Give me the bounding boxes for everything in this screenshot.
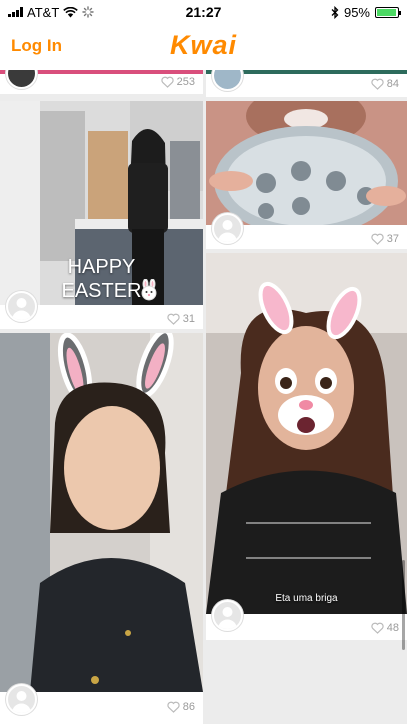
- video-thumbnail[interactable]: HAPPY EASTER FOOLS!!!: [0, 101, 203, 305]
- cellular-signal-icon: [8, 7, 23, 17]
- default-avatar-icon: [218, 220, 237, 242]
- like-count-value: 253: [176, 76, 195, 88]
- card-meta: 86: [0, 684, 203, 724]
- battery-icon: [375, 6, 401, 18]
- loading-spinner-icon: [82, 6, 94, 18]
- nav-bar: Log In Kwai: [0, 24, 407, 70]
- like-count-value: 37: [386, 233, 399, 245]
- default-avatar-icon: [12, 298, 31, 320]
- status-bar: AT&T 21:27 95%: [0, 0, 407, 24]
- like-count[interactable]: 48: [371, 622, 399, 634]
- wifi-icon: [63, 6, 79, 17]
- creator-avatar[interactable]: [212, 600, 243, 631]
- kwai-feed-screen: AT&T 21:27 95% Log In Kwai 253 84 37 HAP…: [0, 0, 407, 724]
- feed-card-3[interactable]: HAPPY EASTER FOOLS!!! 31: [0, 101, 203, 329]
- creator-avatar[interactable]: [212, 213, 243, 244]
- feed-card-2[interactable]: 37: [206, 101, 407, 249]
- feed-card-1[interactable]: 84: [206, 70, 407, 97]
- scroll-indicator[interactable]: [402, 560, 405, 650]
- kwai-logo: Kwai: [169, 30, 238, 60]
- heart-icon: [371, 78, 384, 90]
- creator-avatar[interactable]: [6, 684, 37, 715]
- creator-avatar[interactable]: [6, 291, 37, 322]
- video-thumbnail[interactable]: [206, 101, 407, 225]
- status-right: 95%: [331, 4, 401, 20]
- heart-icon: [371, 622, 384, 634]
- bluetooth-icon: [331, 5, 339, 19]
- default-avatar-icon: [218, 607, 237, 629]
- status-left: AT&T: [8, 5, 94, 20]
- like-count[interactable]: 84: [371, 78, 399, 90]
- heart-icon: [161, 76, 174, 88]
- like-count-value: 48: [386, 622, 399, 634]
- feed-card-5[interactable]: 86: [0, 333, 203, 724]
- creator-avatar[interactable]: [6, 70, 37, 89]
- creator-avatar[interactable]: [212, 70, 243, 91]
- like-count[interactable]: 86: [167, 701, 195, 713]
- feed-card-0[interactable]: 253: [0, 70, 203, 94]
- like-count-value: 86: [182, 701, 195, 713]
- heart-icon: [167, 313, 180, 325]
- video-thumbnail[interactable]: Eta uma briga: [206, 253, 407, 614]
- thumbnail-image: [206, 253, 407, 614]
- like-count-value: 84: [386, 78, 399, 90]
- heart-icon: [371, 233, 384, 245]
- like-count[interactable]: 37: [371, 233, 399, 245]
- like-count-value: 31: [182, 313, 195, 325]
- heart-icon: [167, 701, 180, 713]
- default-avatar-icon: [12, 691, 31, 713]
- like-count[interactable]: 253: [161, 76, 195, 88]
- thumbnail-image: [206, 101, 407, 225]
- like-count[interactable]: 31: [167, 313, 195, 325]
- thumbnail-image: [0, 333, 203, 692]
- card-meta: 48: [206, 600, 407, 640]
- battery-percent: 95%: [343, 4, 370, 20]
- card-meta: 37: [206, 213, 407, 249]
- video-thumbnail[interactable]: [0, 333, 203, 692]
- card-meta: 31: [0, 291, 203, 329]
- carrier-label: AT&T: [27, 4, 60, 20]
- rabbit-emoji-icon: [138, 278, 160, 301]
- feed-card-4[interactable]: Eta uma briga 48: [206, 253, 407, 640]
